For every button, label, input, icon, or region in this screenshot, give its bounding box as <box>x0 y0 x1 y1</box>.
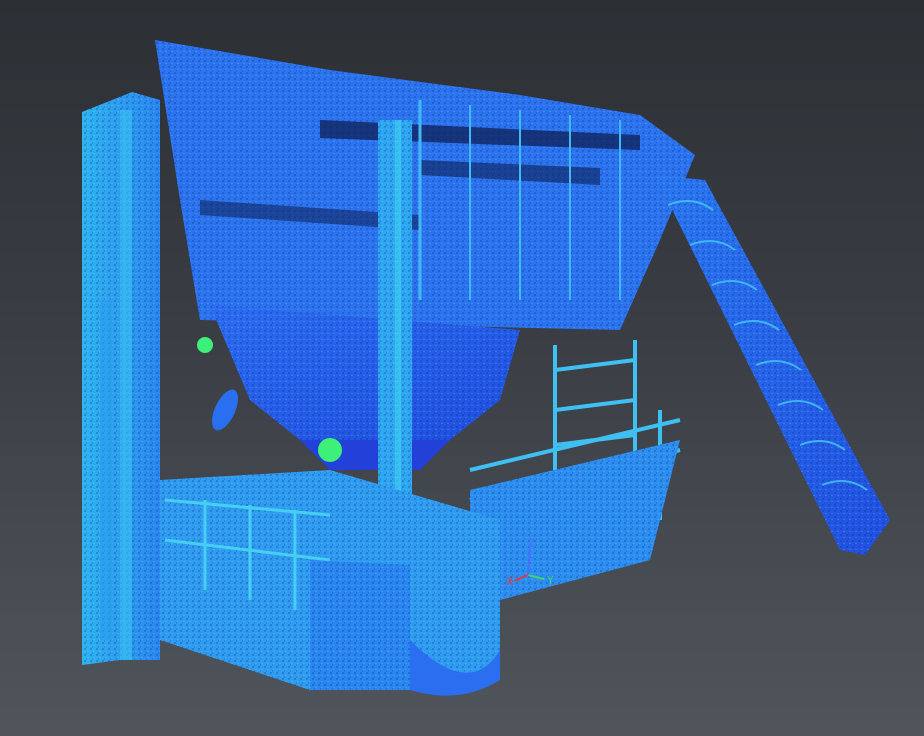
point-cloud-canvas[interactable]: X Y Z <box>0 0 924 736</box>
upper-enclosure <box>155 40 695 330</box>
axis-z-label: Z <box>528 537 536 550</box>
3d-viewport[interactable]: X Y Z <box>0 0 924 736</box>
hopper <box>210 305 520 470</box>
lower-base <box>160 470 500 696</box>
left-wall-panel <box>82 92 160 665</box>
axis-y-label: Y <box>546 574 554 587</box>
inclined-chute <box>655 175 890 555</box>
axis-x-label: X <box>506 575 514 588</box>
